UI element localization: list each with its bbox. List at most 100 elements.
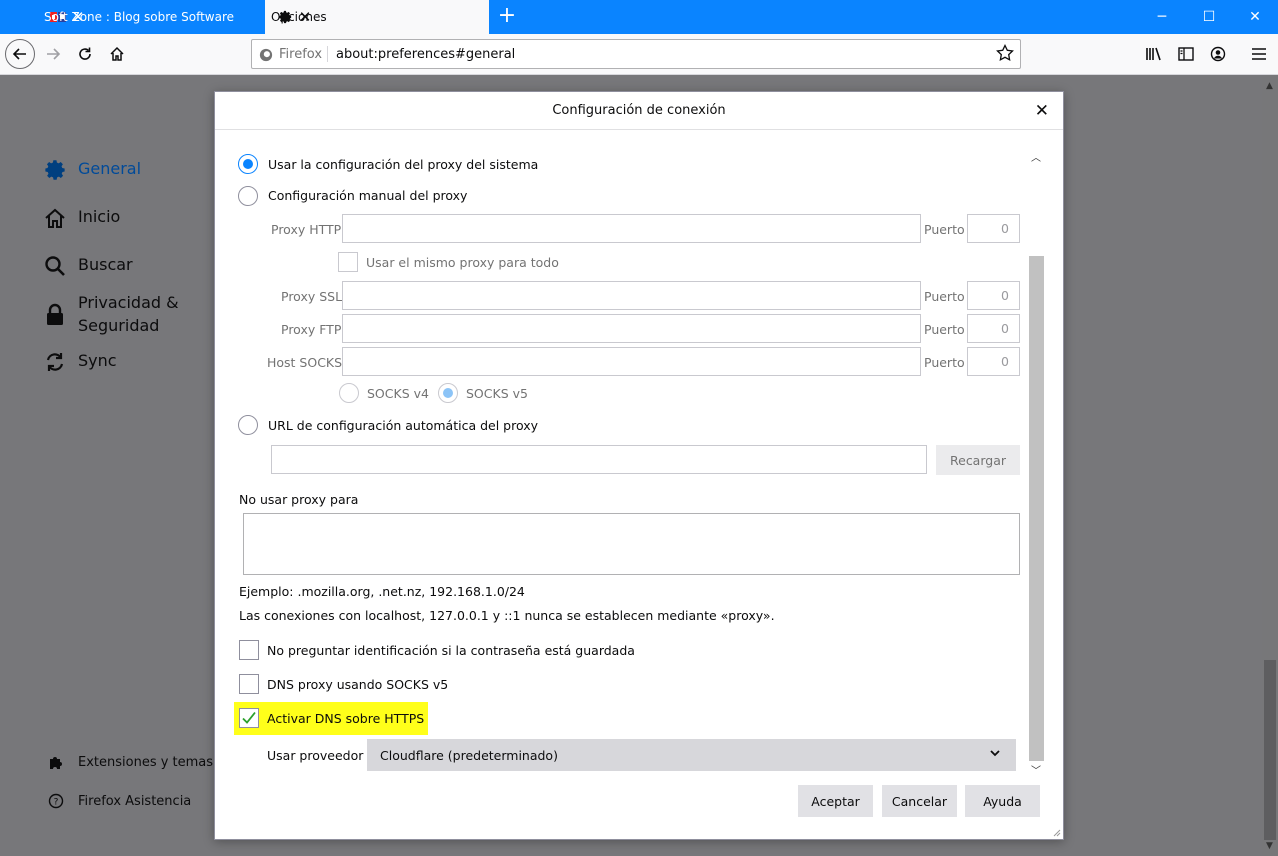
gear-icon [45,160,65,180]
sidebar-item-label: Inicio [78,207,121,226]
account-icon[interactable] [1203,39,1233,69]
socks-host-label: Host SOCKS [267,355,343,370]
help-button[interactable]: Ayuda [965,785,1040,817]
socks-port-input[interactable]: 0 [967,347,1020,376]
firefox-icon [259,48,273,61]
sync-icon [46,353,64,371]
autoconfig-url-input[interactable] [271,445,927,474]
radio-system-label[interactable]: Usar la configuración del proxy del sist… [268,157,538,172]
ftp-port-input[interactable]: 0 [967,314,1020,343]
sidebar-item-sync[interactable]: Sync [44,351,117,373]
ftp-proxy-input[interactable] [342,314,921,343]
dns-socks-label[interactable]: DNS proxy usando SOCKS v5 [267,677,448,692]
dns-socks-checkbox[interactable] [239,674,259,694]
ssl-proxy-input[interactable] [342,281,921,310]
page-scroll-thumb[interactable] [1264,660,1276,840]
dialog-header: Configuración de conexión ✕ [215,92,1063,130]
radio-socks-v5[interactable] [438,383,458,403]
page-scrollbar[interactable]: ▲ ▼ [1262,75,1278,856]
url-text[interactable]: about:preferences#general [336,47,515,62]
sidebar-toggle-icon[interactable] [1171,39,1201,69]
http-proxy-label: Proxy HTTP [271,222,342,237]
bookmark-star-icon[interactable] [996,43,1014,65]
search-icon [45,256,65,276]
provider-select[interactable]: Cloudflare (predeterminado) [367,739,1016,771]
reload-icon[interactable] [70,39,100,69]
reload-button[interactable]: Recargar [936,445,1020,475]
ssl-proxy-label: Proxy SSL [281,289,343,304]
socks-host-input[interactable] [342,347,921,376]
sidebar-item-general[interactable]: General [44,159,141,181]
ssl-port-input[interactable]: 0 [967,281,1020,310]
puzzle-icon [50,757,62,769]
lock-icon [47,303,63,325]
tab-softzone[interactable]: Soft Zone : Blog sobre Software ✕ [38,0,264,34]
doh-label[interactable]: Activar DNS sobre HTTPS [267,711,424,726]
scroll-down-icon[interactable]: ﹀ [1031,762,1041,777]
http-proxy-input[interactable] [342,214,921,243]
dialog-close-icon[interactable]: ✕ [1035,101,1049,121]
sidebar-item-label: Privacidad & Seguridad [78,293,179,335]
menu-hamburger-icon[interactable] [1244,39,1274,69]
port-label: Puerto [924,322,965,337]
sidebar-footer-label: Extensiones y temas [78,754,214,770]
ftp-proxy-label: Proxy FTP [281,322,342,337]
new-tab-plus-icon[interactable]: + [496,5,518,27]
resize-grip-icon[interactable] [1051,827,1061,837]
sidebar-item-privacidad[interactable]: Privacidad & Seguridad [44,291,184,337]
localhost-note: Las conexiones con localhost, 127.0.0.1 … [239,608,775,623]
back-arrow-icon[interactable] [5,39,35,69]
http-port-input[interactable]: 0 [967,214,1020,243]
no-auth-checkbox[interactable] [239,640,259,660]
radio-system-proxy[interactable] [238,154,258,174]
radio-manual-label[interactable]: Configuración manual del proxy [268,188,467,203]
minimize-icon[interactable]: ─ [1139,0,1185,34]
radio-socks-v4[interactable] [339,383,359,403]
url-bar[interactable]: Firefox about:preferences#general [251,39,1021,69]
socks-v4-label: SOCKS v4 [367,386,429,401]
radio-manual-proxy[interactable] [238,186,258,206]
no-proxy-textarea[interactable] [243,513,1020,575]
forward-arrow-icon[interactable] [38,39,68,69]
dialog-scroll-thumb[interactable] [1029,256,1044,761]
scroll-up-icon[interactable]: ▲ [1266,81,1273,91]
radio-auto-label[interactable]: URL de configuración automática del prox… [268,418,538,433]
checkmark-icon [242,711,256,724]
dialog-title: Configuración de conexión [552,103,726,118]
doh-checkbox[interactable] [239,708,259,728]
identity-label: Firefox [279,47,323,62]
sidebar-help-link[interactable]: ? Firefox Asistencia [48,793,191,809]
help-icon: ? [48,793,64,809]
chevron-down-icon [990,750,1000,757]
home-icon[interactable] [102,39,132,69]
window-close-icon[interactable]: ✕ [1232,0,1278,34]
sidebar-item-inicio[interactable]: Inicio [44,207,120,229]
sidebar-item-buscar[interactable]: Buscar [44,255,133,277]
radio-auto-proxy[interactable] [238,415,258,435]
port-label: Puerto [924,222,965,237]
example-text: Ejemplo: .mozilla.org, .net.nz, 192.168.… [239,584,525,599]
provider-label: Usar proveedor [267,748,364,763]
connection-settings-dialog: Configuración de conexión ✕ Usar la conf… [214,91,1064,840]
provider-value: Cloudflare (predeterminado) [380,748,558,763]
scroll-up-icon[interactable]: ︿ [1031,149,1041,164]
tab-opciones[interactable]: Opciones ✕ [265,0,489,34]
identity-box[interactable]: Firefox [259,47,322,62]
tab-strip: Soft Zone : Blog sobre Software ✕ Opcion… [0,0,1278,34]
maximize-icon[interactable]: ☐ [1186,0,1232,34]
svg-text:?: ? [54,798,59,808]
no-proxy-label: No usar proxy para [239,492,359,507]
sidebar-footer-label: Firefox Asistencia [78,793,192,809]
dialog-scrollbar[interactable]: ︿ ﹀ [1028,149,1045,779]
sidebar-extensions-link[interactable]: Extensiones y temas [48,754,213,770]
no-auth-label[interactable]: No preguntar identificación si la contra… [267,643,635,658]
accept-button[interactable]: Aceptar [798,785,873,817]
home-icon [45,208,65,228]
tab-label: Soft Zone : Blog sobre Software [44,10,235,24]
library-icon[interactable] [1139,39,1169,69]
same-proxy-checkbox[interactable] [338,252,358,272]
same-proxy-label: Usar el mismo proxy para todo [366,255,559,270]
scroll-down-icon[interactable]: ▼ [1266,841,1273,851]
cancel-button[interactable]: Cancelar [882,785,957,817]
urlbar-separator [327,46,328,62]
